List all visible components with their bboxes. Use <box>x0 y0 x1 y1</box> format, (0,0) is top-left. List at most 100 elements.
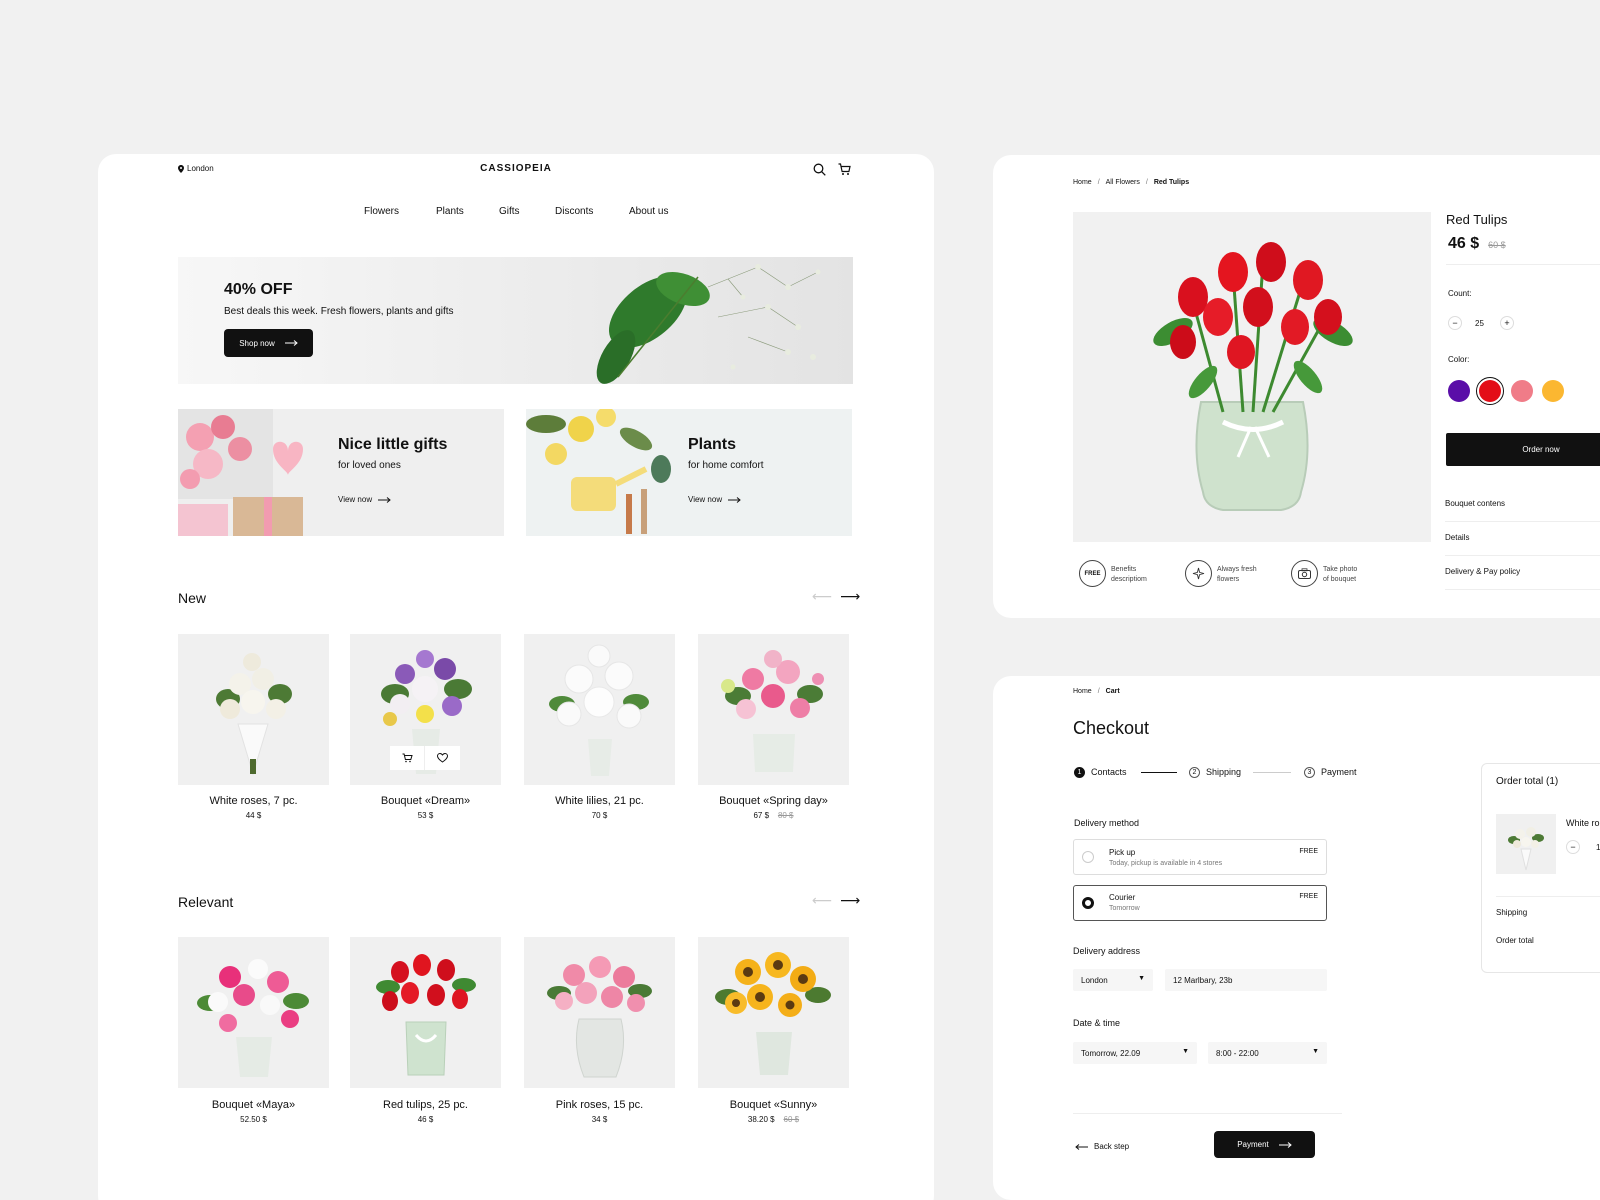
new-carousel-arrows: ⟵⟶ <box>812 588 868 605</box>
product-image[interactable] <box>178 634 329 785</box>
product-old-price: 60 $ <box>1488 240 1506 250</box>
nav-plants[interactable]: Plants <box>436 206 464 217</box>
step-3-indicator: 3 <box>1304 767 1315 778</box>
payment-button[interactable]: Payment <box>1214 1131 1315 1158</box>
divider <box>1496 896 1600 897</box>
arrow-left-icon[interactable]: ⟵ <box>812 892 840 908</box>
color-swatch-red[interactable] <box>1476 377 1504 405</box>
benefit-line: Benefits <box>1111 566 1137 573</box>
color-swatch-purple[interactable] <box>1448 380 1470 402</box>
product-name[interactable]: Red tulips, 25 pc. <box>350 1099 501 1111</box>
arrow-right-icon <box>378 496 391 503</box>
payment-label: Payment <box>1237 1140 1269 1149</box>
product-image[interactable] <box>178 937 329 1088</box>
add-to-cart-button[interactable] <box>390 746 425 770</box>
accordion-bouquet-contents[interactable]: Bouquet contens <box>1445 499 1600 522</box>
date-value: Tomorrow, 22.09 <box>1081 1048 1141 1058</box>
delivery-option-pickup[interactable]: Pick up Today, pickup is available in 4 … <box>1073 839 1327 875</box>
step-connector <box>1253 772 1291 773</box>
decrement-button[interactable]: − <box>1566 840 1580 854</box>
product-name[interactable]: Bouquet «Maya» <box>178 1099 329 1111</box>
promo-gifts[interactable]: Nice little gifts for loved ones View no… <box>178 409 504 536</box>
nav-about-us[interactable]: About us <box>629 206 668 217</box>
product-name[interactable]: Bouquet «Spring day» <box>698 795 849 807</box>
product-image[interactable] <box>524 634 675 785</box>
product-image[interactable] <box>350 634 501 785</box>
product-name[interactable]: White roses, 7 pc. <box>178 795 329 807</box>
address-input[interactable]: 12 Marlbary, 23b <box>1165 969 1327 991</box>
radio-button[interactable] <box>1082 851 1094 863</box>
product-name[interactable]: White lilies, 21 pc. <box>524 795 675 807</box>
product-image[interactable] <box>350 937 501 1088</box>
product-image[interactable] <box>698 634 849 785</box>
heart-icon <box>437 753 448 763</box>
product-old-price: 60 $ <box>783 1115 800 1124</box>
decrement-button[interactable]: − <box>1448 316 1462 330</box>
step-payment[interactable]: Payment <box>1321 767 1357 777</box>
red-tulips-image <box>1153 242 1353 511</box>
promo-plants[interactable]: Plants for home comfort View now <box>526 409 852 536</box>
color-swatch-yellow[interactable] <box>1542 380 1564 402</box>
white-roses-thumbnail <box>1508 827 1544 871</box>
checkout-card: Home / Cart Checkout 1 Contacts 2 Shippi… <box>993 676 1600 1200</box>
breadcrumb-current: Cart <box>1105 688 1120 695</box>
product-name[interactable]: Pink roses, 15 pc. <box>524 1099 675 1111</box>
accordion-details[interactable]: Details <box>1445 533 1600 556</box>
promo-gifts-subtitle: for loved ones <box>338 460 401 471</box>
product-name[interactable]: Bouquet «Dream» <box>350 795 501 807</box>
nav-gifts[interactable]: Gifts <box>499 206 520 217</box>
shop-now-button[interactable]: Shop now <box>224 329 313 357</box>
search-icon[interactable] <box>813 163 826 176</box>
time-select[interactable]: 8:00 - 22:00 ▼ <box>1208 1042 1327 1064</box>
arrow-right-icon[interactable]: ⟶ <box>840 588 868 604</box>
hero-banner: 40% OFF Best deals this week. Fresh flow… <box>178 257 853 384</box>
add-to-favorites-button[interactable] <box>425 746 460 770</box>
order-now-label: Order now <box>1522 445 1560 454</box>
accordion-delivery-pay-policy[interactable]: Delivery & Pay policy <box>1445 567 1600 590</box>
free-badge-text: FREE <box>1084 570 1101 577</box>
radio-button-selected[interactable] <box>1082 897 1094 909</box>
cart-icon[interactable] <box>838 163 851 176</box>
product-name[interactable]: Bouquet «Sunny» <box>698 1099 849 1111</box>
cart-icon <box>402 753 413 763</box>
count-value[interactable]: 25 <box>1475 319 1484 328</box>
step-2-indicator: 2 <box>1189 767 1200 778</box>
benefit-line: descriptiom <box>1111 576 1147 583</box>
promo-gifts-link[interactable]: View now <box>338 495 391 504</box>
sparkle-icon <box>1185 560 1212 587</box>
brand-logo[interactable]: CASSIOPEIA <box>98 163 934 174</box>
arrow-left-icon[interactable]: ⟵ <box>812 588 840 604</box>
order-item-name[interactable]: White ro <box>1566 818 1600 828</box>
product-price: 44 $ <box>245 811 262 820</box>
camera-icon <box>1291 560 1318 587</box>
benefit-text: Take photo of bouquet <box>1323 565 1357 585</box>
delivery-option-courier[interactable]: Courier Tomorrow FREE <box>1073 885 1327 921</box>
product-actions <box>390 746 460 770</box>
product-detail-card: Home / All Flowers / Red Tulips FREE Ben… <box>993 155 1600 618</box>
hero-leaves-image <box>596 264 821 384</box>
date-select[interactable]: Tomorrow, 22.09 ▼ <box>1073 1042 1197 1064</box>
step-contacts[interactable]: Contacts <box>1091 767 1127 777</box>
breadcrumb-home[interactable]: Home <box>1073 179 1092 186</box>
nav-flowers[interactable]: Flowers <box>364 206 399 217</box>
city-select[interactable]: London ▼ <box>1073 969 1153 991</box>
option-subtitle: Tomorrow <box>1109 905 1140 912</box>
order-item-qty[interactable]: 1 <box>1596 843 1600 852</box>
step-shipping[interactable]: Shipping <box>1206 767 1241 777</box>
breadcrumb-all-flowers[interactable]: All Flowers <box>1106 179 1140 186</box>
color-swatch-pink[interactable] <box>1511 380 1533 402</box>
product-image[interactable] <box>524 937 675 1088</box>
view-now-label: View now <box>688 495 723 504</box>
nav-discounts[interactable]: Disconts <box>555 206 593 217</box>
red-tulips-image <box>376 954 476 1076</box>
product-price: 38.20 $ <box>747 1115 775 1124</box>
option-price: FREE <box>1299 848 1318 855</box>
back-step-button[interactable]: Back step <box>1075 1142 1129 1151</box>
arrow-right-icon[interactable]: ⟶ <box>840 892 868 908</box>
product-image[interactable] <box>698 937 849 1088</box>
breadcrumb-home[interactable]: Home <box>1073 688 1092 695</box>
product-main-image[interactable] <box>1073 212 1431 542</box>
increment-button[interactable]: + <box>1500 316 1514 330</box>
order-now-button[interactable]: Order now <box>1446 433 1600 466</box>
promo-plants-link[interactable]: View now <box>688 495 741 504</box>
